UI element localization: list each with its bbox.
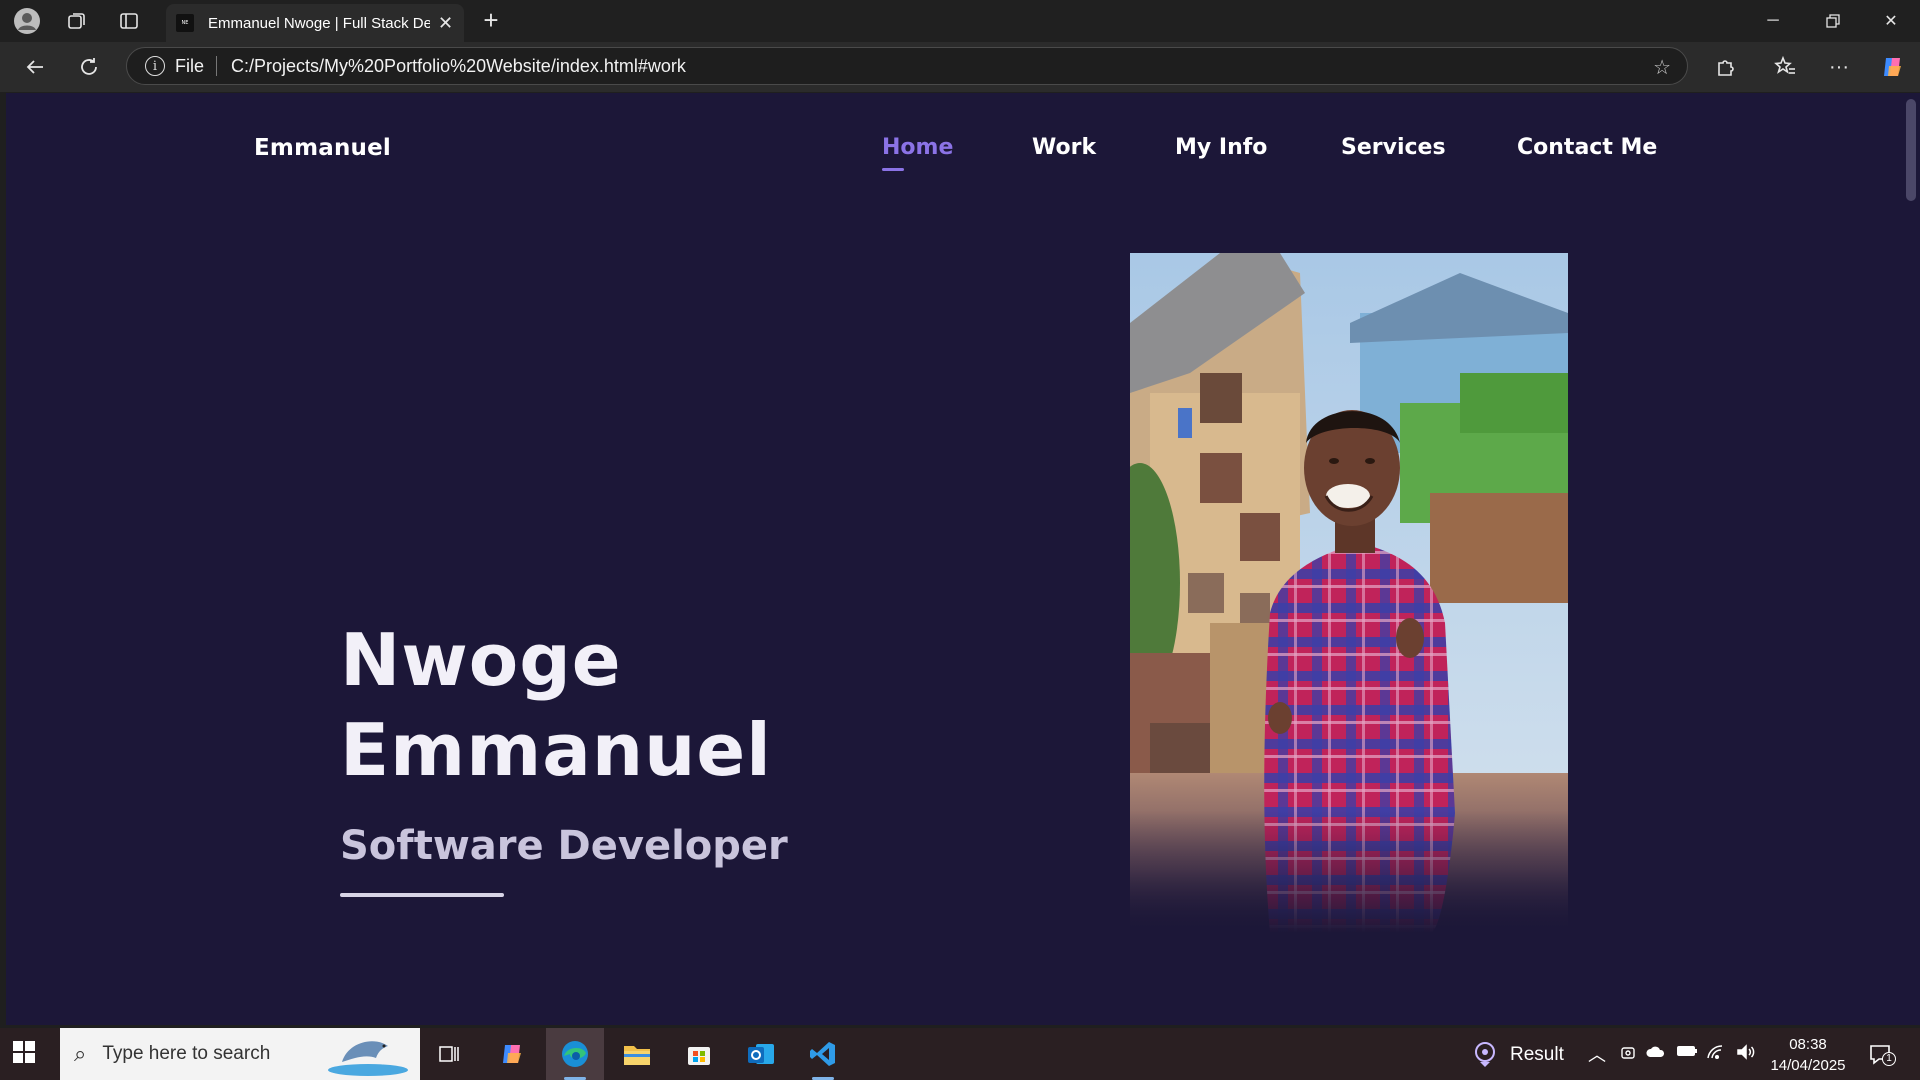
hero-role: Software Developer: [340, 823, 788, 869]
extensions-icon[interactable]: [1708, 50, 1742, 84]
favorites-icon[interactable]: [1768, 50, 1802, 84]
nav-home[interactable]: Home: [882, 135, 953, 160]
restore-button[interactable]: [1808, 6, 1858, 36]
taskbar-clock[interactable]: 08:38 14/04/2025: [1766, 1034, 1850, 1076]
nav-my-info[interactable]: My Info: [1175, 135, 1267, 160]
address-scheme: File: [175, 55, 205, 76]
vertical-tabs-icon[interactable]: [114, 6, 144, 36]
nav-work[interactable]: Work: [1032, 135, 1096, 160]
tab-title: Emmanuel Nwoge | Full Stack Developer: [208, 14, 430, 32]
url-text[interactable]: C:/Projects/My%20Portfolio%20Website/ind…: [231, 56, 686, 77]
scrollbar-thumb[interactable]: [1906, 99, 1916, 201]
address-bar[interactable]: i File C:/Projects/My%20Portfolio%20Webs…: [126, 47, 1688, 85]
portfolio-page: Emmanuel Home Work My Info Services Cont…: [6, 93, 1902, 1025]
close-window-button[interactable]: ✕: [1866, 6, 1916, 36]
copilot-app-icon[interactable]: [484, 1028, 542, 1080]
volume-icon[interactable]: [1736, 1044, 1756, 1065]
search-placeholder: Type here to search: [102, 1043, 271, 1064]
more-menu-icon[interactable]: ···: [1822, 50, 1856, 84]
notification-count-badge: 1: [1882, 1052, 1896, 1066]
favorite-star-icon[interactable]: ☆: [1653, 55, 1671, 80]
page-scrollbar[interactable]: [1902, 93, 1920, 1025]
notifications-icon[interactable]: 1: [1868, 1042, 1896, 1073]
microsoft-store-icon[interactable]: [670, 1028, 728, 1080]
hero-name-first: Nwoge: [340, 618, 622, 702]
nav-services[interactable]: Services: [1341, 135, 1446, 160]
edge-app-icon[interactable]: [546, 1028, 604, 1080]
wifi-icon[interactable]: [1706, 1044, 1726, 1065]
dolphin-search-highlight-icon: [328, 1041, 408, 1076]
site-brand[interactable]: Emmanuel: [254, 135, 391, 161]
onedrive-cloud-icon[interactable]: [1646, 1044, 1666, 1065]
result-widget-icon[interactable]: [1472, 1040, 1498, 1073]
browser-toolbar: i File C:/Projects/My%20Portfolio%20Webs…: [0, 42, 1920, 92]
profile-photo: [1130, 253, 1568, 933]
clock-date: 14/04/2025: [1770, 1057, 1846, 1074]
outlook-icon[interactable]: [732, 1028, 790, 1080]
windows-start-icon[interactable]: [12, 1040, 40, 1068]
search-icon: ⌕: [74, 1041, 87, 1066]
new-tab-button[interactable]: +: [476, 6, 506, 36]
minimize-button[interactable]: ─: [1748, 6, 1798, 36]
clock-time: 08:38: [1789, 1036, 1827, 1053]
close-tab-icon[interactable]: ✕: [438, 13, 453, 34]
hero-underline: [340, 893, 504, 897]
nav-active-indicator: [882, 168, 904, 171]
site-favicon-icon: NE: [176, 14, 194, 32]
site-info-icon[interactable]: i: [145, 56, 165, 76]
meet-now-icon[interactable]: [1620, 1044, 1636, 1067]
workspaces-icon[interactable]: [62, 6, 92, 36]
browser-tab-bar: NE Emmanuel Nwoge | Full Stack Developer…: [0, 0, 1920, 42]
hero-name: Nwoge Emmanuel: [340, 615, 772, 795]
hero-name-last: Emmanuel: [340, 708, 772, 792]
taskbar-search-box[interactable]: ⌕ Type here to search: [60, 1028, 420, 1080]
nav-contact-me[interactable]: Contact Me: [1517, 135, 1657, 160]
refresh-button[interactable]: [72, 50, 106, 84]
address-separator: [216, 56, 218, 76]
battery-icon[interactable]: [1676, 1044, 1698, 1063]
windows-taskbar: ⌕ Type here to search Result ︿ 08:38 14/…: [0, 1028, 1920, 1080]
back-button[interactable]: [18, 50, 52, 84]
profile-icon[interactable]: [12, 6, 42, 36]
task-view-icon[interactable]: [420, 1028, 478, 1080]
active-tab[interactable]: NE Emmanuel Nwoge | Full Stack Developer…: [166, 4, 464, 42]
result-widget-label[interactable]: Result: [1510, 1044, 1564, 1066]
vscode-icon[interactable]: [794, 1028, 852, 1080]
show-hidden-icons-chevron-icon[interactable]: ︿: [1588, 1041, 1606, 1067]
copilot-icon[interactable]: [1876, 50, 1910, 84]
file-explorer-icon[interactable]: [608, 1028, 666, 1080]
